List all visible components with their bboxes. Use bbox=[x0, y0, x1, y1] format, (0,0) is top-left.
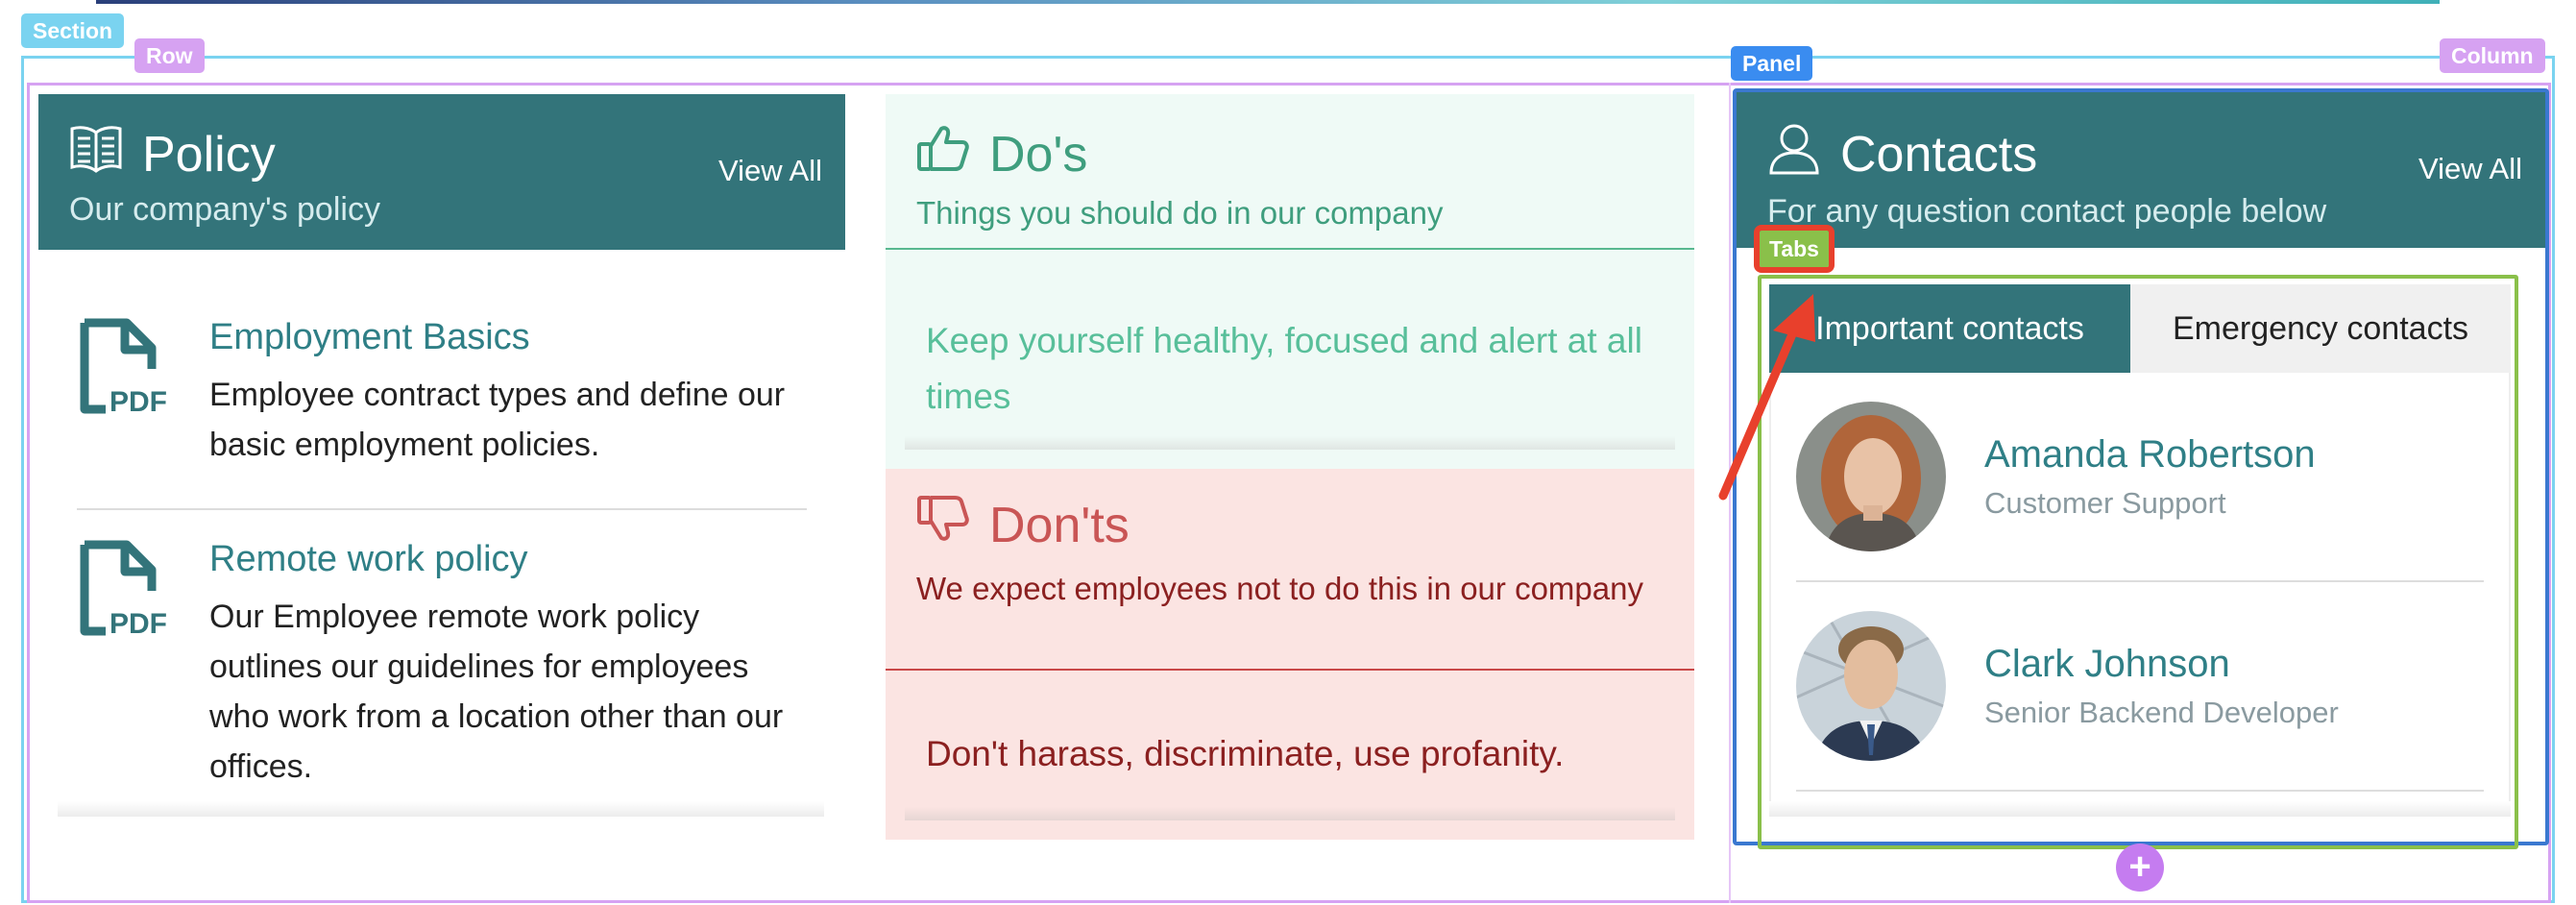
thumbs-up-icon bbox=[916, 123, 970, 185]
policy-item[interactable]: PDF Employment Basics Employee contract … bbox=[77, 288, 807, 510]
add-element-button[interactable]: + bbox=[2116, 844, 2164, 892]
tabs-outline bbox=[1758, 275, 2518, 849]
donts-subtitle: We expect employees not to do this in ou… bbox=[916, 571, 1643, 606]
top-gradient-strip bbox=[96, 0, 2440, 4]
policy-item-description: Our Employee remote work policy outlines… bbox=[209, 599, 784, 785]
policy-title: Policy bbox=[142, 126, 276, 183]
svg-text:PDF: PDF bbox=[109, 608, 167, 640]
dos-bottom-shadow bbox=[905, 436, 1675, 450]
policy-item-description: Employee contract types and define our b… bbox=[209, 377, 786, 463]
dos-title: Do's bbox=[989, 126, 1088, 183]
policy-header: Policy Our company's policy View All bbox=[38, 94, 845, 250]
donts-bottom-shadow bbox=[905, 807, 1675, 820]
thumbs-down-icon bbox=[916, 494, 970, 556]
policy-card: Policy Our company's policy View All PDF… bbox=[38, 94, 845, 817]
dos-text: Keep yourself healthy, focused and alert… bbox=[926, 321, 1642, 416]
tabs-tag[interactable]: Tabs bbox=[1754, 225, 1835, 273]
policy-item-title[interactable]: Employment Basics bbox=[209, 317, 807, 358]
policy-bottom-shadow bbox=[58, 801, 824, 817]
column-tag[interactable]: Column bbox=[2440, 38, 2545, 73]
policy-view-all-link[interactable]: View All bbox=[718, 154, 822, 188]
donts-title: Don'ts bbox=[989, 497, 1130, 553]
donts-text: Don't harass, discriminate, use profanit… bbox=[926, 734, 1565, 773]
pdf-icon: PDF bbox=[77, 539, 171, 647]
book-icon bbox=[69, 123, 123, 185]
policy-item[interactable]: PDF Remote work policy Our Employee remo… bbox=[77, 510, 807, 830]
panel-tag[interactable]: Panel bbox=[1731, 46, 1813, 81]
row-tag[interactable]: Row bbox=[134, 38, 205, 73]
pdf-icon: PDF bbox=[77, 317, 171, 425]
svg-text:PDF: PDF bbox=[109, 386, 167, 418]
section-tag[interactable]: Section bbox=[21, 13, 125, 48]
policy-subtitle: Our company's policy bbox=[69, 191, 380, 228]
dos-card: Do's Things you should do in our company… bbox=[886, 94, 1694, 469]
dos-subtitle: Things you should do in our company bbox=[916, 195, 1444, 231]
policy-item-title[interactable]: Remote work policy bbox=[209, 539, 807, 580]
donts-card: Don'ts We expect employees not to do thi… bbox=[886, 469, 1694, 840]
annotation-arrow-icon bbox=[1718, 294, 1815, 501]
